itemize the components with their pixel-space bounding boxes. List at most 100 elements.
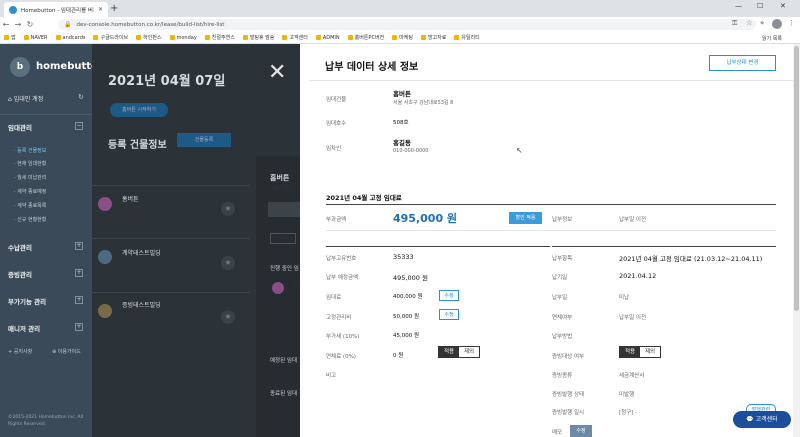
- expected-amount-value: 495,000 원: [393, 274, 428, 282]
- bookmark-item[interactable]: 유틸리티: [454, 34, 480, 41]
- guide-link[interactable]: ⊕ 이용가이드: [52, 348, 81, 355]
- building-name: 홈버튼: [122, 196, 139, 203]
- detail-tab[interactable]: [268, 202, 300, 217]
- url-text: dev-console.homebutton.co.kr/lease/build…: [76, 21, 225, 28]
- bookmark-item[interactable]: 앱: [4, 34, 16, 41]
- evidence-toggle[interactable]: 적용 제외: [619, 346, 661, 358]
- bookmark-item[interactable]: 마케팅: [392, 34, 413, 41]
- back-icon[interactable]: ←: [0, 20, 12, 29]
- bookmark-item[interactable]: ADMIN: [315, 35, 340, 41]
- expand-icon[interactable]: +: [75, 323, 83, 331]
- expand-icon[interactable]: +: [75, 269, 83, 277]
- favorite-star-icon[interactable]: ★: [221, 202, 235, 216]
- bookmark-item[interactable]: NAVER: [23, 35, 48, 41]
- menu-icon[interactable]: ⋮: [788, 19, 795, 27]
- copyright: ©2015-2021 Homebutton Inc. All Rights Res…: [8, 415, 84, 427]
- sidebar-sub-ending[interactable]: · 계약 종료예정: [14, 188, 46, 195]
- apply-option[interactable]: 적용: [439, 347, 459, 357]
- building-avatar: [98, 304, 112, 318]
- maintenance-value: 50,000 원: [393, 314, 420, 320]
- building-address: 서울 서초구 강남대로53길 8: [122, 260, 183, 266]
- chat-icon: 💬: [746, 416, 756, 423]
- bookmark-icon: [4, 35, 9, 40]
- collapse-icon[interactable]: −: [75, 122, 83, 130]
- bookmark-icon: [204, 35, 210, 40]
- bookmark-item[interactable]: 구글드라이브: [93, 34, 128, 41]
- sidebar-sub-ended[interactable]: · 계약 종료목록: [14, 202, 46, 209]
- favorite-star-icon[interactable]: ★: [221, 310, 235, 324]
- view-all-select[interactable]: 전체보기: [270, 233, 297, 244]
- address-bar[interactable]: 🔒 dev-console.homebutton.co.kr/lease/bui…: [58, 19, 756, 30]
- star-icon[interactable]: ☆: [746, 19, 752, 27]
- scrollbar-thumb[interactable]: [794, 46, 799, 311]
- expand-icon[interactable]: +: [75, 296, 83, 304]
- late-fee-value: 0 원: [393, 353, 404, 359]
- bookmark-item[interactable]: andcards: [55, 35, 85, 41]
- due-date-label: 납기일: [552, 275, 568, 281]
- bookmark-item[interactable]: 홈버튼PC버전: [347, 34, 384, 41]
- browser-tab[interactable]: Homebutton - 임대관리를 버튼 하나로 ✕: [4, 2, 108, 17]
- evidence-target-label: 증빙대상 여부: [552, 354, 585, 360]
- sidebar-item-manager[interactable]: 매니저 관리: [8, 323, 40, 333]
- maintenance-label: 고정관리비: [326, 315, 352, 321]
- sidebar-item-addons[interactable]: 부가기능 관리: [8, 296, 46, 306]
- new-tab-icon[interactable]: +: [110, 3, 118, 14]
- apply-option[interactable]: 적용: [620, 347, 640, 357]
- expand-icon[interactable]: +: [75, 242, 83, 250]
- bookmark-icon: [23, 35, 29, 40]
- building-label: 임대건물: [326, 97, 347, 103]
- sidebar-item-evidence[interactable]: 증빙관리: [8, 269, 32, 279]
- close-panel-icon[interactable]: ✕: [268, 60, 286, 85]
- today-date: 2021년 04월 07일: [108, 74, 226, 89]
- payment-detail-panel: [300, 44, 793, 437]
- key-icon[interactable]: ⚿: [732, 19, 737, 28]
- evidence-type-label: 증빙종류: [552, 373, 573, 379]
- change-status-button[interactable]: 납부상태 변경: [709, 55, 776, 71]
- close-window-icon[interactable]: ✕: [780, 2, 786, 10]
- tenant-phone: 010-000-0000: [393, 148, 429, 154]
- bookmark-item[interactable]: monday: [169, 35, 197, 41]
- divider: [326, 204, 776, 205]
- close-icon[interactable]: ✕: [98, 6, 103, 13]
- favorite-star-icon[interactable]: ★: [221, 256, 235, 270]
- bookmark-item[interactable]: 친절주연스: [204, 34, 235, 41]
- extensions-icon[interactable]: ⋄: [760, 19, 764, 27]
- exclude-option[interactable]: 제외: [640, 347, 660, 357]
- lock-icon: 🔒: [64, 21, 72, 28]
- customer-center-button[interactable]: 💬 고객센터: [733, 411, 791, 428]
- profile-avatar[interactable]: [772, 19, 782, 29]
- sidebar-sub-unpaid[interactable]: · 월세 미납관리: [14, 174, 46, 181]
- discount-apply-button[interactable]: 할인 적용: [509, 212, 542, 224]
- register-building-button[interactable]: 건물등록: [177, 133, 231, 147]
- start-button[interactable]: 홈버튼 시작하기: [110, 103, 168, 117]
- bookmark-icon: [55, 35, 61, 40]
- edit-maintenance-button[interactable]: 수정: [439, 309, 459, 320]
- sidebar-sub-current[interactable]: · 현재 임대현황: [14, 160, 46, 167]
- bookmark-icon: [347, 35, 353, 40]
- exclude-option[interactable]: 제외: [459, 347, 479, 357]
- reading-list[interactable]: 읽기 목록: [762, 35, 782, 42]
- sidebar-sub-buildings[interactable]: · 등록 건물정보: [14, 147, 46, 154]
- refresh-icon[interactable]: ↻: [78, 93, 84, 101]
- late-fee-toggle[interactable]: 적용 제외: [438, 346, 480, 358]
- panel-title: 납부 데이터 상세 정보: [325, 62, 419, 73]
- bookmark-item[interactable]: 방고자료: [420, 34, 446, 41]
- forward-icon[interactable]: →: [12, 20, 24, 29]
- bookmark-item[interactable]: 고객센터: [282, 34, 308, 41]
- account-label[interactable]: ⌂ 임대인 계정: [8, 94, 43, 103]
- notice-link[interactable]: + 공지사항: [8, 348, 32, 355]
- bookmark-item[interactable]: 하인펀스: [136, 34, 162, 41]
- building-count: 임대동 3 건 | 호 20 건: [122, 324, 171, 330]
- sidebar-sub-new[interactable]: · 신규 현황현황: [14, 216, 46, 223]
- bookmark-item[interactable]: 발팅휴 발송: [242, 34, 274, 41]
- brand-logo: b: [10, 57, 30, 77]
- sidebar-item-payment[interactable]: 수납관리: [8, 242, 32, 252]
- edit-rent-button[interactable]: 수정: [439, 290, 459, 301]
- bookmark-icon: [392, 35, 398, 40]
- evidence-type-value: 세금계산서: [619, 373, 645, 379]
- sidebar-item-lease[interactable]: 임대관리: [8, 122, 32, 132]
- reload-icon[interactable]: ↻: [24, 20, 36, 29]
- maximize-icon[interactable]: ☐: [757, 2, 763, 10]
- edit-memo-button[interactable]: 수정: [570, 425, 592, 437]
- minimize-icon[interactable]: —: [735, 2, 742, 10]
